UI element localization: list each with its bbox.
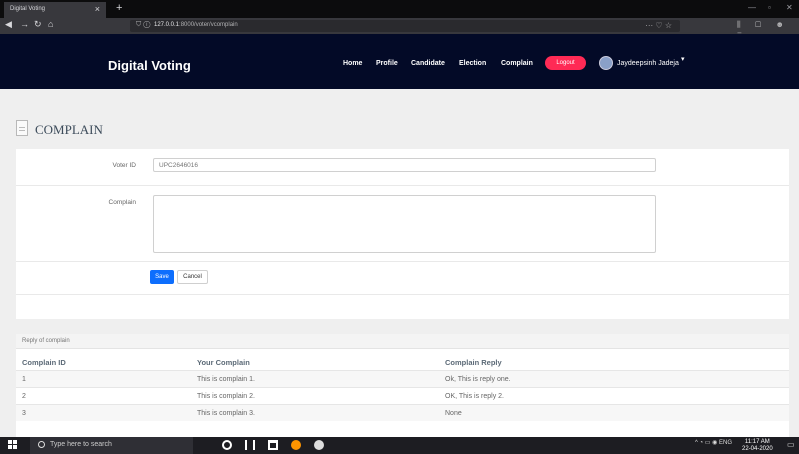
- table-cell: This is complain 3.: [197, 410, 255, 417]
- table-cell: 2: [22, 393, 26, 400]
- clock[interactable]: 11:17 AM 22-04-2020: [742, 439, 773, 453]
- minimize-icon[interactable]: —: [748, 3, 756, 12]
- complain-form: Voter ID UPC2646016 Complain Save Cancel: [16, 149, 789, 319]
- close-window-icon[interactable]: ✕: [786, 3, 793, 12]
- table-row: 3 This is complain 3. None: [16, 404, 789, 421]
- site-header: Digital Voting Home Profile Candidate El…: [0, 34, 799, 89]
- nav-profile[interactable]: Profile: [376, 60, 398, 67]
- forward-icon[interactable]: →: [20, 19, 29, 29]
- table-cell: This is complain 2.: [197, 393, 255, 400]
- system-tray[interactable]: ^ ◔ ▭ ◉ ENG: [695, 439, 732, 446]
- back-icon[interactable]: ◀: [5, 19, 12, 30]
- tab-close-icon[interactable]: ×: [95, 4, 100, 14]
- taskbar: Type here to search ^ ◔ ▭ ◉ ENG 11:17 AM…: [0, 437, 799, 454]
- chevron-down-icon[interactable]: ▾: [681, 55, 685, 63]
- search-icon: [38, 441, 45, 448]
- clock-date: 22-04-2020: [742, 446, 773, 452]
- tab-title: Digital Voting: [10, 6, 46, 12]
- table-cell: Ok, This is reply one.: [445, 376, 511, 383]
- browser-tab[interactable]: Digital Voting ×: [4, 2, 106, 18]
- cancel-button[interactable]: Cancel: [177, 270, 208, 284]
- table-cell: None: [445, 410, 462, 417]
- address-bar[interactable]: ⛉ ⓘ 127.0.0.1:8000/voter/vcomplain ··· ♡…: [130, 20, 680, 32]
- windows-start-icon[interactable]: [8, 440, 18, 450]
- brand-logo[interactable]: Digital Voting: [108, 58, 191, 73]
- nav-complain[interactable]: Complain: [501, 60, 533, 67]
- table-cell: 3: [22, 410, 26, 417]
- url-path: :8000/voter/vcomplain: [179, 22, 238, 28]
- voter-id-label: Voter ID: [112, 162, 136, 169]
- task-view-icon[interactable]: [245, 440, 255, 450]
- user-name[interactable]: Jaydeepsinh Jadeja: [617, 60, 679, 67]
- file-explorer-icon[interactable]: [268, 440, 278, 450]
- divider: [16, 185, 789, 186]
- url-text: 127.0.0.1:8000/voter/vcomplain: [154, 22, 238, 28]
- complain-label: Complain: [108, 199, 136, 206]
- column-header-your-complain: Your Complain: [197, 358, 250, 367]
- url-host: 127.0.0.1: [154, 22, 180, 28]
- avatar[interactable]: [599, 56, 613, 70]
- firefox-icon[interactable]: [291, 440, 301, 450]
- reply-panel-title: Reply of complain: [16, 334, 789, 349]
- app-icon[interactable]: [314, 440, 324, 450]
- column-header-complain-reply: Complain Reply: [445, 358, 502, 367]
- logout-button[interactable]: Logout: [545, 56, 586, 70]
- maximize-icon[interactable]: ▫: [768, 3, 771, 12]
- clock-time: 11:17 AM: [744, 439, 770, 445]
- table-cell: OK, This is reply 2.: [445, 393, 505, 400]
- table-row: 1 This is complain 1. Ok, This is reply …: [16, 370, 789, 387]
- nav-candidate[interactable]: Candidate: [411, 60, 445, 67]
- taskbar-search-input[interactable]: Type here to search: [30, 437, 193, 454]
- complain-textarea[interactable]: [153, 195, 656, 253]
- reload-icon[interactable]: ↻: [34, 19, 42, 30]
- browser-tab-bar: Digital Voting × + — ▫ ✕: [0, 0, 799, 18]
- save-button[interactable]: Save: [150, 270, 174, 284]
- column-header-complain-id: Complain ID: [22, 358, 66, 367]
- cortana-icon[interactable]: [222, 440, 232, 450]
- divider: [16, 261, 789, 262]
- nav-election[interactable]: Election: [459, 60, 486, 67]
- table-cell: 1: [22, 376, 26, 383]
- voter-id-field[interactable]: UPC2646016: [153, 158, 656, 172]
- divider: [16, 294, 789, 295]
- search-placeholder: Type here to search: [50, 441, 112, 448]
- table-row: 2 This is complain 2. OK, This is reply …: [16, 387, 789, 404]
- notification-icon[interactable]: ▭: [787, 440, 795, 449]
- reply-panel: Reply of complain Complain ID Your Compl…: [16, 334, 789, 437]
- site-info-icon[interactable]: ⛉ ⓘ: [136, 21, 150, 29]
- page-title: COMPLAIN: [35, 122, 103, 137]
- nav-home[interactable]: Home: [343, 60, 362, 67]
- new-tab-icon[interactable]: +: [116, 2, 122, 14]
- page-actions-icon[interactable]: ··· ♡ ☆: [645, 21, 672, 30]
- home-icon[interactable]: ⌂: [48, 19, 53, 29]
- table-cell: This is complain 1.: [197, 376, 255, 383]
- browser-nav-bar: ◀ → ↻ ⌂ ⛉ ⓘ 127.0.0.1:8000/voter/vcompla…: [0, 18, 799, 39]
